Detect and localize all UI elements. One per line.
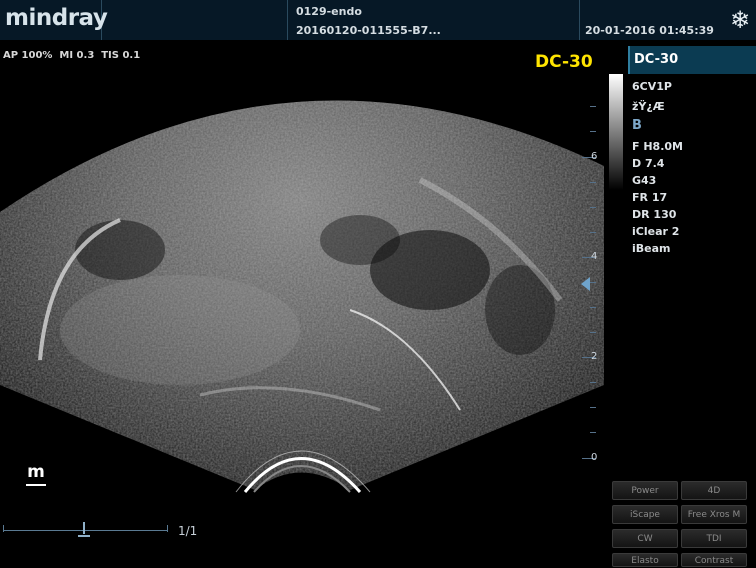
depth-tick bbox=[590, 382, 596, 383]
header-spacer bbox=[102, 0, 288, 40]
side-item-probe: 6CV1P bbox=[632, 80, 672, 93]
depth-label: 0 bbox=[591, 452, 598, 463]
brand-logo: mindray bbox=[5, 5, 108, 31]
depth-label: 2 bbox=[591, 351, 598, 362]
free-xros-m-button[interactable]: Free Xros M bbox=[681, 505, 747, 524]
side-item-frequency: F H8.0M bbox=[632, 140, 683, 153]
power-button[interactable]: Power bbox=[612, 481, 678, 500]
depth-scale: 6 4 2 0 bbox=[570, 96, 610, 466]
patient-info[interactable]: 0129-endo 20160120-011555-B7... bbox=[288, 0, 580, 40]
exam-id: 20160120-011555-B7... bbox=[296, 24, 441, 37]
side-item-preset: žŸ¿Æ bbox=[632, 100, 665, 113]
side-item-frame-rate: FR 17 bbox=[632, 191, 668, 204]
depth-tick bbox=[590, 207, 596, 208]
depth-label: 4 bbox=[591, 251, 598, 262]
side-item-ibeam: iBeam bbox=[632, 242, 671, 255]
device-name: DC-30 bbox=[634, 52, 679, 67]
side-item-depth: D 7.4 bbox=[632, 157, 665, 170]
side-item-iclear: iClear 2 bbox=[632, 225, 680, 238]
side-item-mode: B bbox=[632, 118, 642, 133]
iscape-button[interactable]: iScape bbox=[612, 505, 678, 524]
depth-tick bbox=[590, 106, 596, 107]
focus-marker-icon[interactable] bbox=[581, 277, 590, 291]
mindray-m-icon: m bbox=[26, 462, 46, 486]
probe-label: DC-30 bbox=[535, 52, 593, 72]
depth-tick bbox=[590, 131, 596, 132]
contrast-button[interactable]: Contrast bbox=[681, 553, 747, 567]
side-item-gain: G43 bbox=[632, 174, 657, 187]
datetime: 20-01-2016 01:45:39 bbox=[585, 24, 714, 37]
side-item-dynamic-range: DR 130 bbox=[632, 208, 677, 221]
cine-marker-icon[interactable] bbox=[83, 522, 85, 534]
depth-tick bbox=[590, 232, 596, 233]
patient-id: 0129-endo bbox=[296, 5, 362, 18]
depth-tick bbox=[590, 182, 596, 183]
depth-tick bbox=[590, 332, 596, 333]
acoustic-params: AP 100% MI 0.3 TIS 0.1 bbox=[3, 50, 141, 61]
cine-end bbox=[167, 525, 168, 532]
cine-marker-base bbox=[78, 535, 90, 537]
depth-label: 6 bbox=[591, 151, 598, 162]
cine-counter: 1/1 bbox=[178, 524, 198, 538]
cine-start bbox=[3, 525, 4, 532]
logo-cell: mindray bbox=[0, 0, 108, 40]
cw-button[interactable]: CW bbox=[612, 529, 678, 548]
snowflake-icon[interactable]: ❄ bbox=[726, 6, 754, 34]
device-header[interactable]: DC-30 bbox=[628, 46, 756, 74]
depth-tick bbox=[590, 432, 596, 433]
top-bar: mindray 0129-endo 20160120-011555-B7... … bbox=[0, 0, 756, 40]
elasto-button[interactable]: Elasto bbox=[612, 553, 678, 567]
depth-tick bbox=[590, 282, 596, 283]
cine-bar[interactable] bbox=[3, 530, 167, 531]
4d-button[interactable]: 4D bbox=[681, 481, 747, 500]
depth-tick bbox=[590, 307, 596, 308]
depth-tick bbox=[590, 407, 596, 408]
tdi-button[interactable]: TDI bbox=[681, 529, 747, 548]
grayscale-bar bbox=[609, 74, 623, 190]
